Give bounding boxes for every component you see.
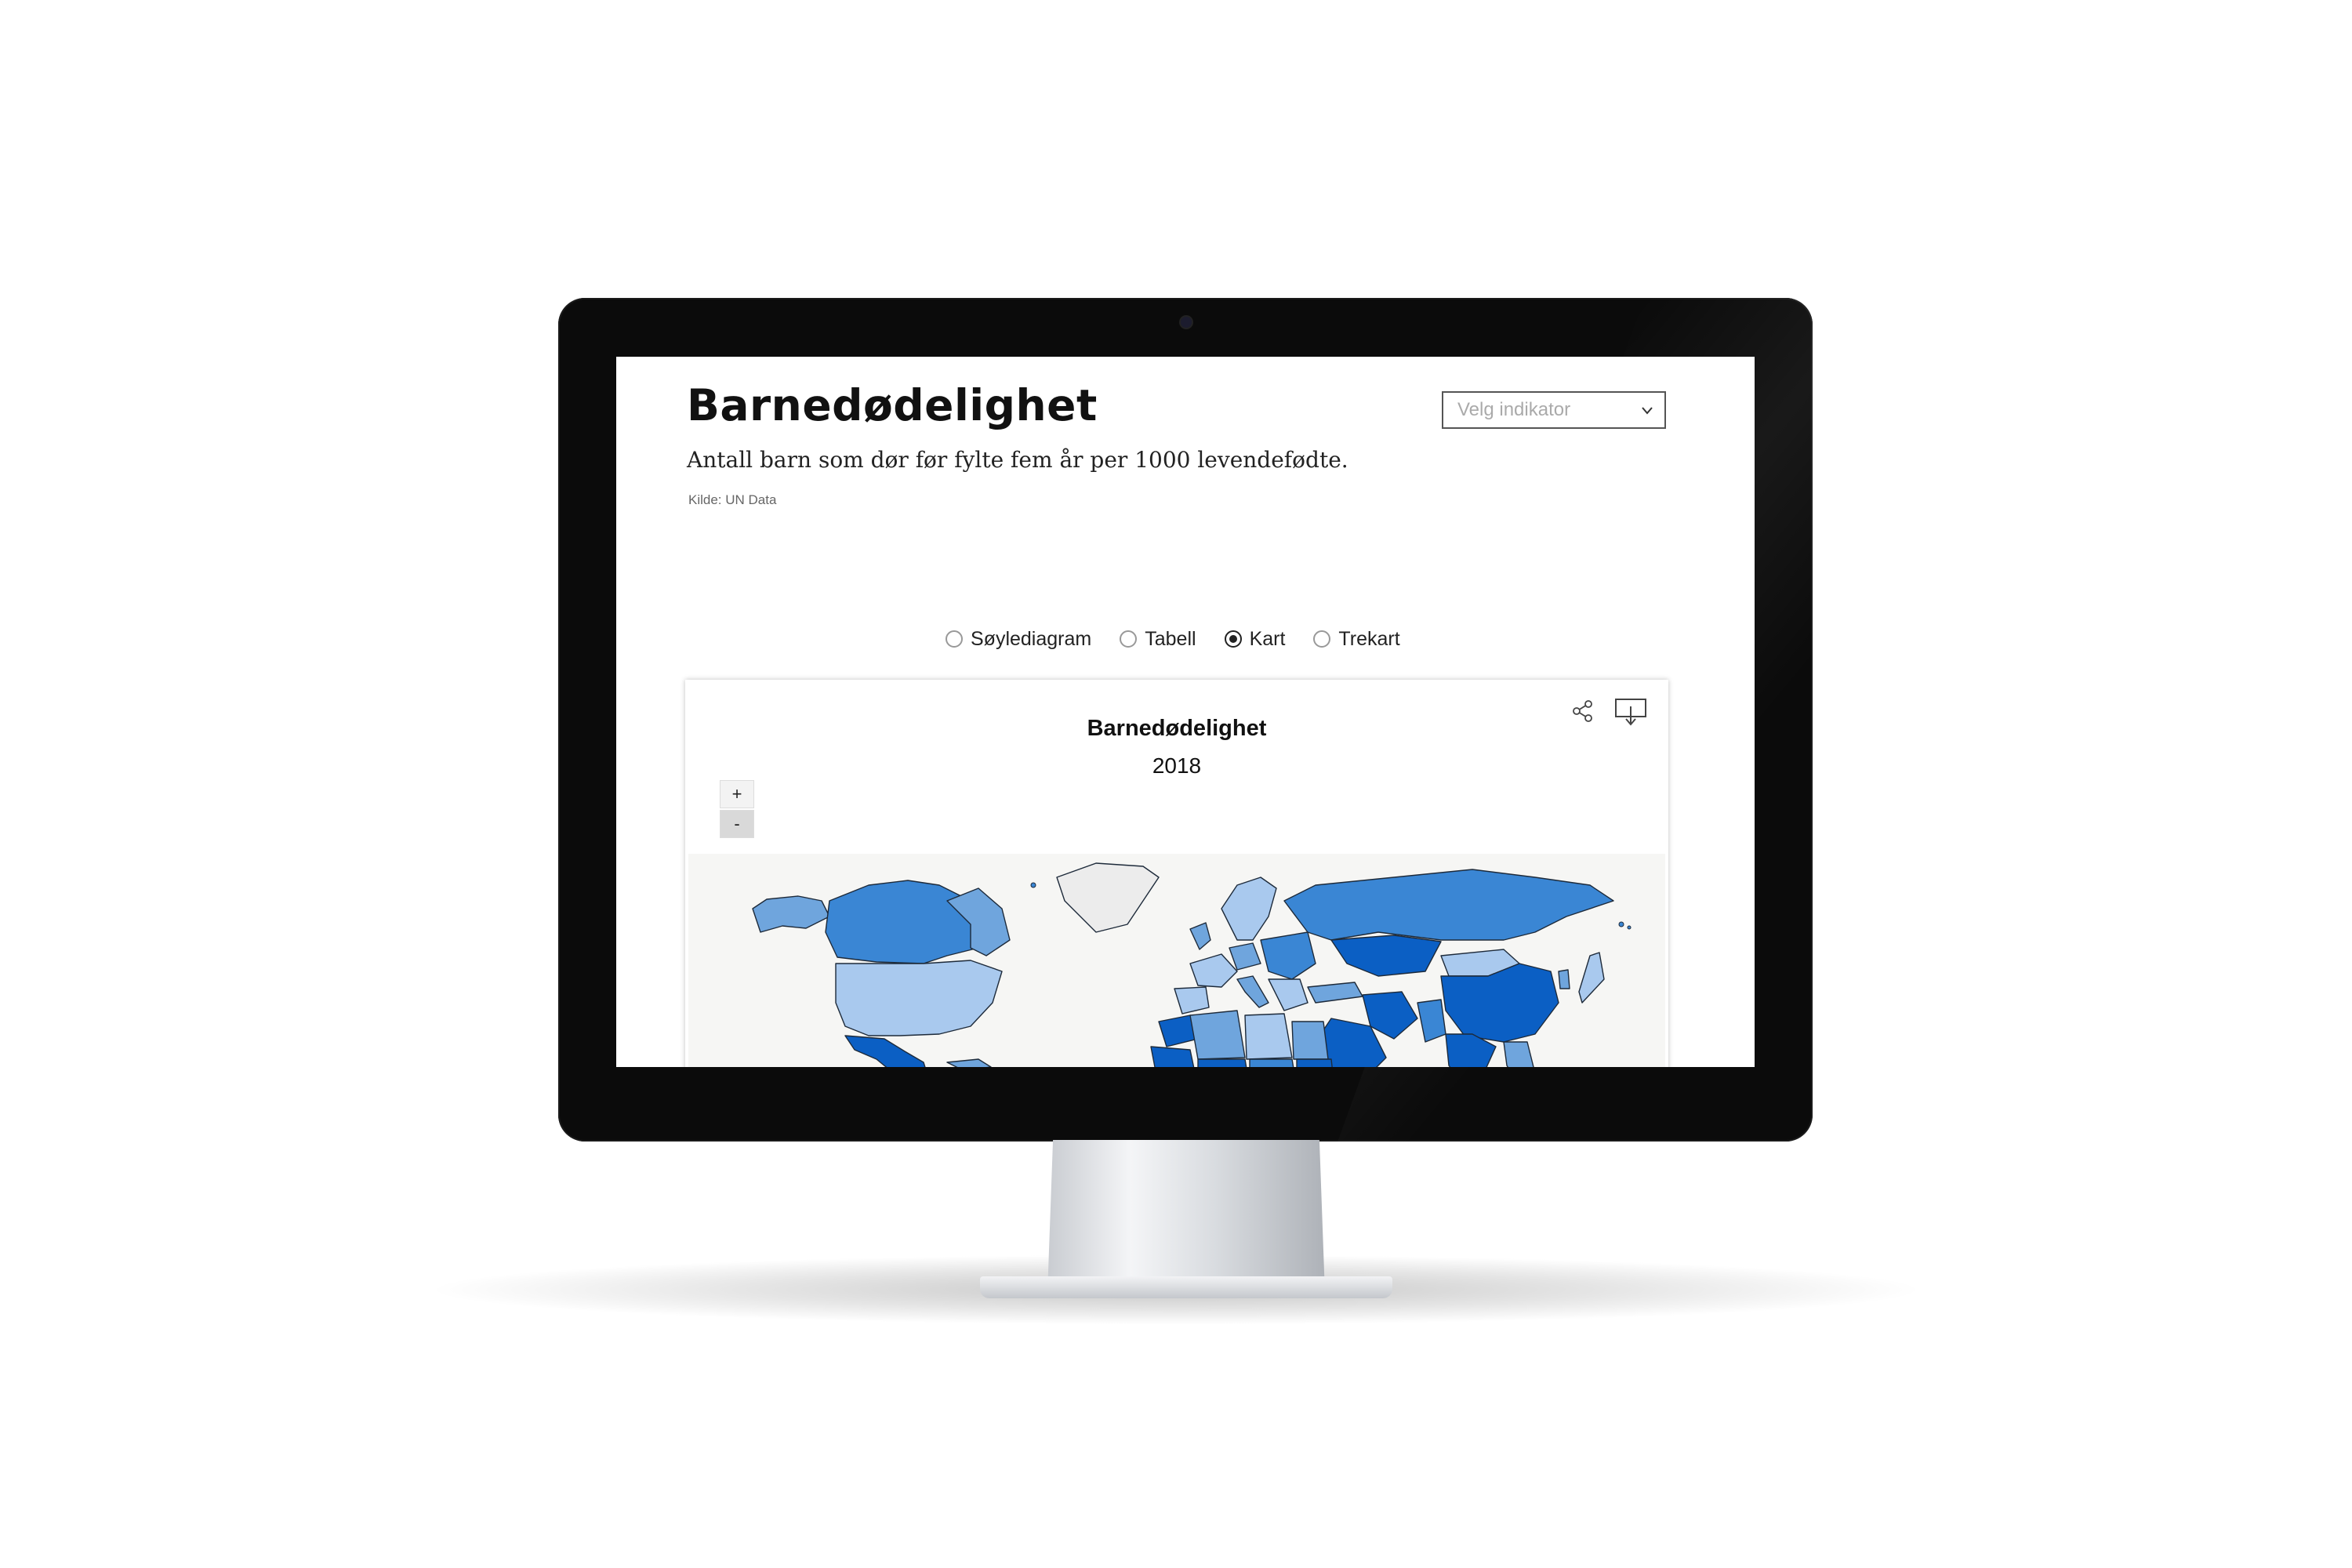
indicator-select[interactable]: Velg indikator	[1442, 391, 1666, 429]
country-turkey[interactable]	[1307, 982, 1363, 1004]
country-libya[interactable]	[1244, 1013, 1293, 1060]
view-option-label: Tabell	[1145, 627, 1196, 650]
radio-button[interactable]	[1313, 630, 1331, 648]
country-mali[interactable]	[1197, 1058, 1250, 1067]
view-option-soylediagram[interactable]: Søylediagram	[946, 628, 1091, 651]
page-title: Barnedødelighet	[687, 380, 1098, 430]
chevron-down-icon	[1641, 399, 1653, 427]
country-alaska[interactable]	[752, 895, 830, 933]
monitor-stand-base	[980, 1276, 1392, 1298]
country-egypt[interactable]	[1291, 1021, 1329, 1060]
radio-button[interactable]	[1120, 630, 1138, 648]
country-sudan[interactable]	[1296, 1058, 1334, 1067]
zoom-in-button[interactable]: +	[720, 780, 754, 808]
country-uk[interactable]	[1189, 922, 1211, 950]
page-subtitle: Antall barn som dør før fylte fem år per…	[687, 447, 1348, 473]
country-cuba[interactable]	[946, 1058, 992, 1067]
country-italy[interactable]	[1236, 975, 1269, 1008]
zoom-out-button[interactable]: -	[720, 810, 754, 838]
download-icon[interactable]	[1614, 697, 1647, 727]
country-japan[interactable]	[1578, 952, 1605, 1004]
choropleth-map[interactable]	[688, 854, 1665, 1067]
country-canada[interactable]	[825, 880, 987, 964]
view-option-label: Søylediagram	[971, 627, 1092, 650]
country-mauritania[interactable]	[1150, 1046, 1198, 1067]
indicator-select-placeholder: Velg indikator	[1457, 399, 1571, 420]
view-option-kart[interactable]: Kart	[1224, 627, 1286, 651]
island	[1618, 921, 1624, 927]
map-chart-card: Barnedødelighet 2018 + -	[685, 680, 1668, 1067]
view-option-label: Trekart	[1338, 627, 1400, 650]
country-usa[interactable]	[835, 960, 1003, 1036]
screen: Barnedødelighet Antall barn som dør før …	[616, 357, 1755, 1067]
view-option-trekart[interactable]: Trekart	[1313, 627, 1400, 651]
country-greenland[interactable]	[1056, 862, 1160, 933]
country-kazakhstan[interactable]	[1330, 935, 1442, 977]
world-map-svg	[752, 862, 1632, 1067]
country-russia[interactable]	[1283, 869, 1614, 941]
share-icon[interactable]	[1571, 699, 1595, 723]
country-balkans[interactable]	[1268, 978, 1308, 1011]
chart-title: Barnedødelighet	[1087, 716, 1267, 741]
view-toggle: Søylediagram Tabell Kart Trekart	[946, 623, 1400, 655]
view-option-tabell[interactable]: Tabell	[1120, 628, 1196, 651]
country-niger[interactable]	[1249, 1058, 1297, 1067]
radio-button-selected[interactable]	[1224, 630, 1242, 648]
island	[1030, 882, 1036, 888]
chart-subtitle: 2018	[1152, 753, 1202, 778]
country-scandinavia[interactable]	[1221, 877, 1277, 941]
country-se-asia[interactable]	[1503, 1041, 1535, 1067]
country-france[interactable]	[1189, 953, 1238, 988]
country-iberia[interactable]	[1174, 986, 1210, 1014]
country-eastern-europe[interactable]	[1260, 931, 1316, 980]
view-option-label: Kart	[1249, 627, 1286, 650]
country-pakistan[interactable]	[1417, 999, 1446, 1043]
island	[1627, 925, 1632, 930]
country-algeria[interactable]	[1189, 1010, 1246, 1060]
radio-button[interactable]	[946, 630, 963, 648]
country-germany[interactable]	[1229, 942, 1261, 971]
webcam-icon	[1181, 317, 1192, 328]
country-korea[interactable]	[1558, 969, 1570, 989]
monitor-stand-neck	[1047, 1140, 1325, 1294]
source-note: Kilde: UN Data	[688, 492, 777, 507]
country-mexico[interactable]	[844, 1035, 931, 1067]
